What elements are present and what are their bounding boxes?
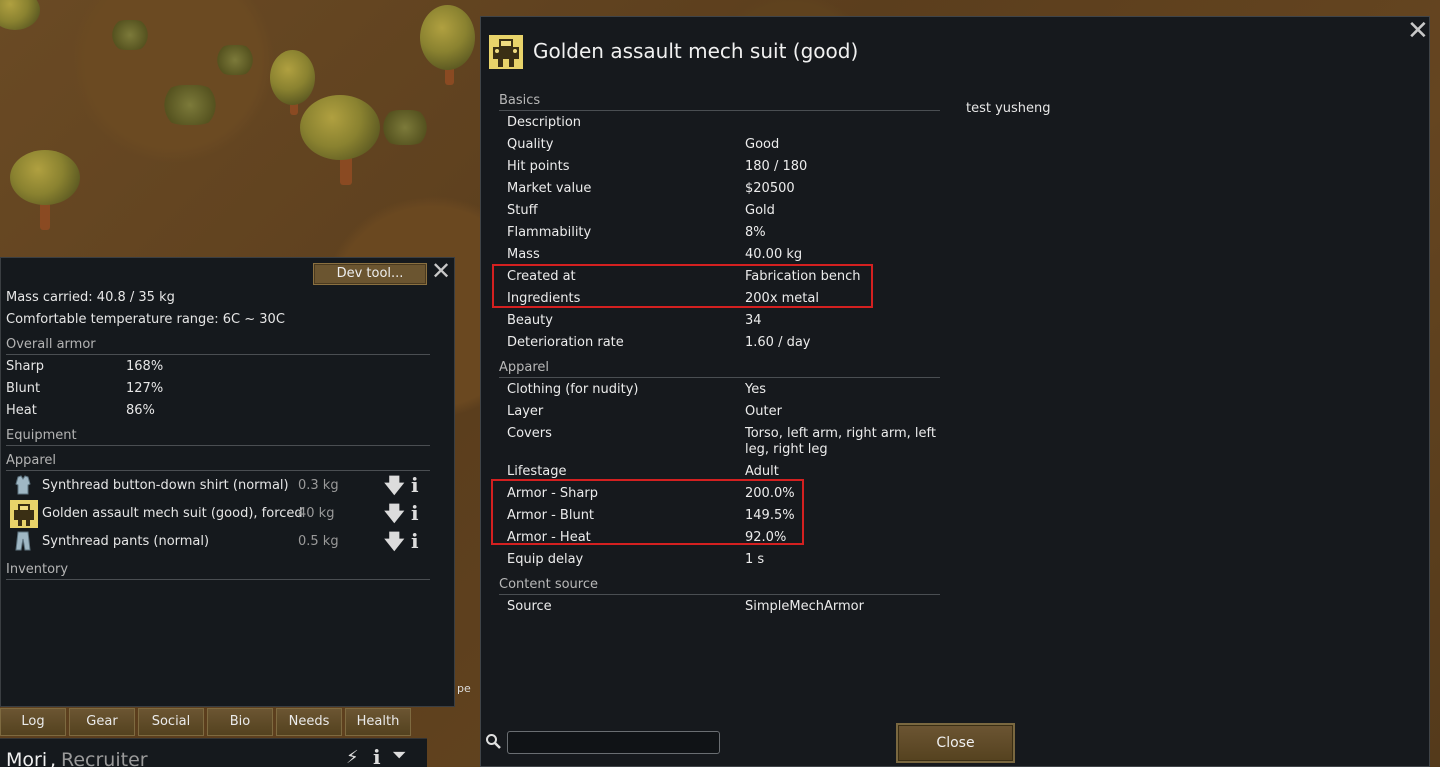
armor-sharp-value: 168% [126, 359, 164, 374]
tab-social[interactable]: Social [138, 708, 204, 736]
stat-label[interactable]: Lifestage [507, 464, 567, 479]
apparel-header: Apparel [6, 453, 57, 468]
highlight-box [492, 264, 873, 308]
overall-armor-header: Overall armor [6, 337, 96, 352]
info-icon[interactable]: i [411, 502, 419, 524]
tree [420, 5, 475, 70]
apparel-mass: 0.5 kg [298, 534, 339, 549]
armor-sharp-label: Sharp [6, 359, 45, 374]
stat-label[interactable]: Market value [507, 181, 591, 196]
stat-value: Torso, left arm, right arm, left leg, ri… [745, 426, 936, 457]
tab-bio[interactable]: Bio [207, 708, 273, 736]
close-icon[interactable]: ✕ [431, 259, 451, 283]
bush [160, 85, 220, 125]
stat-value: 1.60 / day [745, 335, 811, 350]
inventory-header: Inventory [6, 562, 69, 577]
stat-label[interactable]: Hit points [507, 159, 570, 174]
search-icon [486, 734, 501, 749]
comfortable-temperature: Comfortable temperature range: 6C ~ 30C [6, 312, 285, 327]
tab-health[interactable]: Health [345, 708, 411, 736]
dialog-title: Golden assault mech suit (good) [533, 39, 859, 63]
chevron-down-icon[interactable]: ⏷ [392, 745, 406, 766]
map-label-fragment: pe [457, 682, 471, 695]
apparel-name: Synthread button-down shirt (normal) [42, 478, 289, 493]
stat-label[interactable]: Mass [507, 247, 540, 262]
stat-label[interactable]: Quality [507, 137, 553, 152]
armor-blunt-value: 127% [126, 381, 164, 396]
tree [270, 50, 315, 105]
stat-value: Gold [745, 203, 775, 218]
stat-value: Outer [745, 404, 782, 419]
mech-suit-icon [10, 500, 38, 528]
tree [10, 150, 80, 205]
gear-panel: Dev tool... ✕ Mass carried: 40.8 / 35 kg… [0, 257, 455, 707]
stat-label[interactable]: Equip delay [507, 552, 583, 567]
search-input[interactable] [507, 731, 720, 754]
info-icon[interactable]: i [373, 745, 381, 767]
bush [215, 45, 255, 75]
stat-value: Yes [745, 382, 766, 397]
drop-icon[interactable]: 🡇 [384, 502, 405, 524]
mass-carried: Mass carried: 40.8 / 35 kg [6, 290, 175, 305]
shirt-icon [15, 475, 31, 495]
stat-value: SimpleMechArmor [745, 599, 864, 614]
stat-label[interactable]: Stuff [507, 203, 538, 218]
armor-heat-value: 86% [126, 403, 155, 418]
inspect-tabs: Log Gear Social Bio Needs Health [0, 708, 427, 736]
stat-label[interactable]: Covers [507, 426, 552, 441]
tab-gear[interactable]: Gear [69, 708, 135, 736]
stat-value: $20500 [745, 181, 795, 196]
stat-value: 8% [745, 225, 766, 240]
rename-icon[interactable]: ⚡ [346, 747, 359, 767]
section-content-source: Content source [499, 577, 599, 592]
mech-suit-icon [489, 35, 523, 69]
section-basics: Basics [499, 93, 541, 108]
info-icon[interactable]: i [411, 530, 419, 552]
apparel-mass: 40 kg [298, 506, 335, 521]
stat-value: 180 / 180 [745, 159, 808, 174]
drop-icon[interactable]: 🡇 [384, 474, 405, 496]
tab-log[interactable]: Log [0, 708, 66, 736]
apparel-mass: 0.3 kg [298, 478, 339, 493]
stat-label[interactable]: Description [507, 115, 581, 130]
stat-value: Adult [745, 464, 779, 479]
dev-tool-button[interactable]: Dev tool... [313, 263, 427, 285]
description-text: test yusheng [966, 101, 1051, 116]
stat-value: Good [745, 137, 780, 152]
equipment-header: Equipment [6, 428, 77, 443]
stat-label[interactable]: Flammability [507, 225, 591, 240]
tab-needs[interactable]: Needs [276, 708, 342, 736]
stat-value: 40.00 kg [745, 247, 803, 262]
stat-label[interactable]: Layer [507, 404, 543, 419]
stat-value: 1 s [745, 552, 765, 567]
pants-icon [15, 531, 31, 551]
pawn-name-separator: , [50, 749, 57, 767]
close-icon[interactable]: ✕ [1407, 18, 1429, 44]
stat-value: 34 [745, 313, 762, 328]
section-apparel: Apparel [499, 360, 550, 375]
pawn-header: Mori , Recruiter ⚡ i ⏷ [0, 738, 427, 767]
pawn-name: Mori [6, 749, 48, 767]
stat-label[interactable]: Clothing (for nudity) [507, 382, 639, 397]
info-dialog: ✕ Golden assault mech suit (good) Basics… [480, 16, 1430, 767]
armor-blunt-label: Blunt [6, 381, 41, 396]
tree [0, 0, 40, 30]
apparel-name: Golden assault mech suit (good), forced [42, 506, 303, 521]
pawn-role: Recruiter [61, 749, 148, 767]
apparel-name: Synthread pants (normal) [42, 534, 210, 549]
tree [300, 95, 380, 160]
stat-label[interactable]: Source [507, 599, 552, 614]
armor-heat-label: Heat [6, 403, 37, 418]
close-button[interactable]: Close [896, 723, 1015, 763]
bush [380, 110, 430, 145]
info-icon[interactable]: i [411, 474, 419, 496]
highlight-box [491, 479, 804, 545]
stat-label[interactable]: Beauty [507, 313, 553, 328]
drop-icon[interactable]: 🡇 [384, 530, 405, 552]
stat-label[interactable]: Deterioration rate [507, 335, 624, 350]
bush [110, 20, 150, 50]
